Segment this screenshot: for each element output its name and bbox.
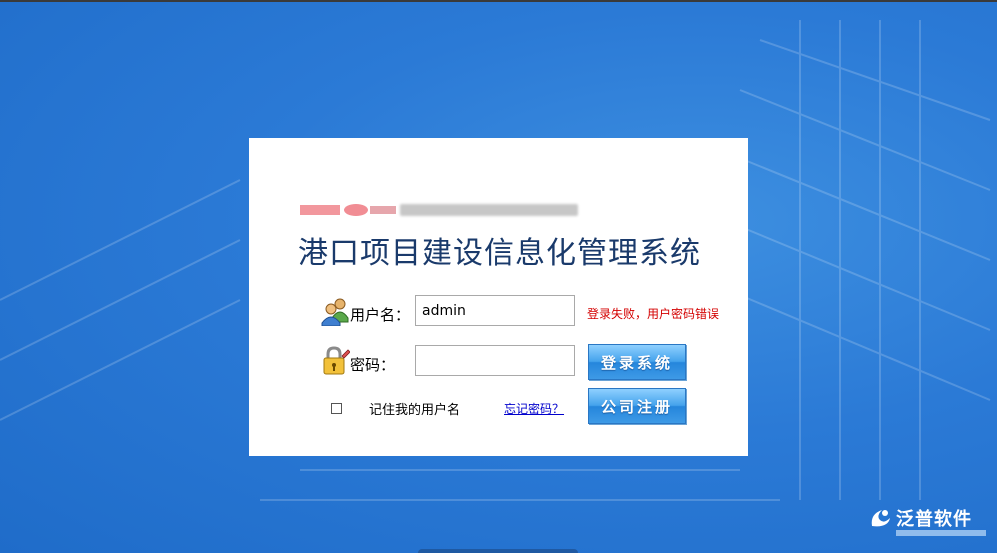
remember-username-checkbox[interactable]: [331, 403, 342, 414]
lock-pencil-icon: [323, 346, 350, 375]
footer-brand: 泛普软件: [868, 505, 972, 531]
password-label: 密码：: [350, 356, 396, 374]
company-logo-icon: [300, 204, 396, 216]
login-panel: 港口项目建设信息化管理系统 用户名： 登录失败，用户密码错误 密码： 登录系统 …: [249, 138, 748, 456]
forgot-password-link[interactable]: 忘记密码？: [504, 400, 564, 417]
users-icon: [321, 298, 349, 326]
company-name-blurred: [400, 204, 578, 216]
company-register-button[interactable]: 公司注册: [588, 388, 686, 424]
fanpu-logo-icon: [871, 510, 890, 527]
taskbar-edge: [418, 549, 578, 553]
company-logo: [300, 200, 578, 220]
login-error-message: 登录失败，用户密码错误: [587, 307, 720, 321]
username-label: 用户名：: [350, 306, 411, 324]
remember-username-label: 记住我的用户名: [369, 403, 461, 418]
username-input[interactable]: [415, 295, 575, 326]
login-button[interactable]: 登录系统: [588, 344, 686, 380]
footer-brand-name: 泛普软件: [896, 509, 972, 530]
footer-url-strip: [896, 530, 986, 536]
page-title: 港口项目建设信息化管理系统: [298, 236, 701, 271]
password-input[interactable]: [415, 345, 575, 376]
